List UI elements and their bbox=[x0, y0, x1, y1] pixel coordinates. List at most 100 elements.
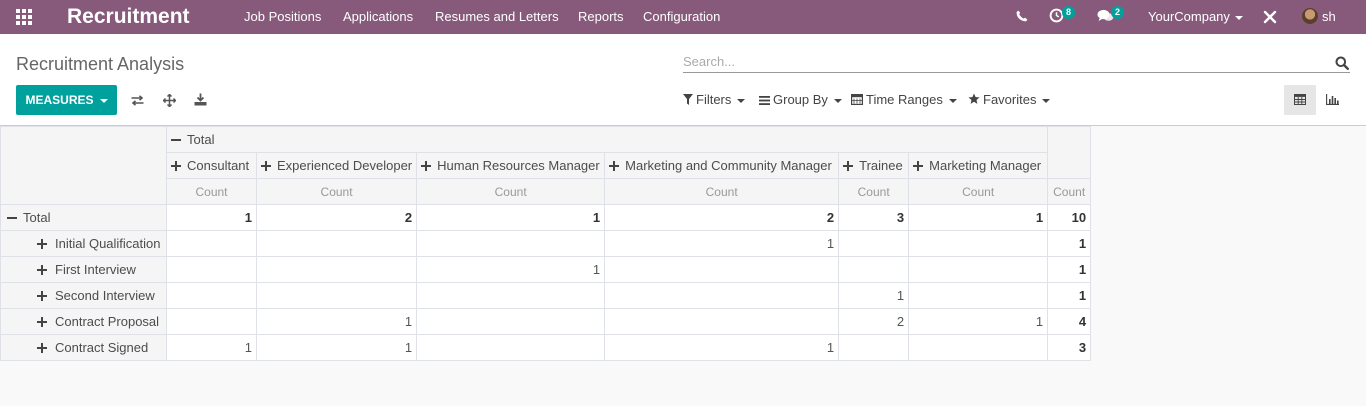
menu-reports[interactable]: Reports bbox=[578, 9, 624, 25]
table-cell[interactable]: 1 bbox=[604, 230, 840, 257]
column-header[interactable]: Experienced Developer bbox=[255, 152, 418, 179]
menu-resumes-and-letters[interactable]: Resumes and Letters bbox=[435, 9, 559, 25]
row-header[interactable]: Contract Proposal bbox=[0, 308, 167, 335]
tools-icon[interactable] bbox=[1263, 10, 1277, 24]
column-header[interactable]: Marketing Manager bbox=[908, 152, 1049, 179]
table-cell[interactable] bbox=[416, 334, 606, 361]
row-total-cell[interactable]: 1 bbox=[1047, 256, 1092, 283]
table-cell[interactable]: 2 bbox=[255, 204, 418, 231]
table-cell[interactable]: 1 bbox=[255, 334, 418, 361]
column-header[interactable]: Human Resources Manager bbox=[416, 152, 606, 179]
table-cell[interactable]: 2 bbox=[838, 308, 910, 335]
table-cell[interactable] bbox=[908, 230, 1049, 257]
time-ranges-label: Time Ranges bbox=[866, 92, 943, 107]
table-cell[interactable] bbox=[604, 256, 840, 283]
table-cell[interactable]: 3 bbox=[838, 204, 910, 231]
row-total-cell[interactable]: 1 bbox=[1047, 230, 1092, 257]
table-cell[interactable]: 1 bbox=[908, 308, 1049, 335]
search-bar bbox=[683, 51, 1350, 73]
search-icon[interactable] bbox=[1335, 56, 1349, 70]
table-cell[interactable]: 1 bbox=[908, 204, 1049, 231]
search-input[interactable] bbox=[683, 51, 1323, 71]
table-cell[interactable] bbox=[255, 230, 418, 257]
table-cell[interactable] bbox=[166, 282, 257, 309]
expand-all-icon[interactable] bbox=[163, 94, 176, 107]
table-cell[interactable] bbox=[255, 256, 418, 283]
row-header-label: Second Interview bbox=[55, 288, 155, 303]
table-cell[interactable]: 1 bbox=[416, 256, 606, 283]
group-by-icon bbox=[759, 96, 770, 105]
collapse-icon bbox=[7, 213, 17, 223]
group-by-dropdown[interactable]: Group By bbox=[759, 92, 842, 108]
menu-configuration[interactable]: Configuration bbox=[643, 9, 720, 25]
flip-axis-icon[interactable] bbox=[131, 95, 144, 106]
phone-icon[interactable] bbox=[1016, 10, 1028, 22]
table-cell[interactable]: 1 bbox=[166, 334, 257, 361]
measure-header[interactable]: Count bbox=[166, 178, 257, 205]
column-header[interactable]: Marketing and Community Manager bbox=[604, 152, 840, 179]
app-title[interactable]: Recruitment bbox=[67, 4, 190, 30]
table-cell[interactable] bbox=[166, 256, 257, 283]
table-cell[interactable]: 1 bbox=[604, 334, 840, 361]
chevron-down-icon bbox=[833, 98, 842, 103]
row-total-cell[interactable]: 1 bbox=[1047, 282, 1092, 309]
column-header[interactable]: Trainee bbox=[838, 152, 910, 179]
table-cell[interactable] bbox=[604, 282, 840, 309]
company-switcher[interactable]: YourCompany bbox=[1148, 9, 1243, 25]
table-cell[interactable] bbox=[838, 334, 910, 361]
measure-header[interactable]: Count bbox=[908, 178, 1049, 205]
menu-applications[interactable]: Applications bbox=[343, 9, 413, 25]
apps-grid-icon[interactable] bbox=[16, 9, 34, 25]
column-header-label: Marketing Manager bbox=[929, 158, 1042, 173]
table-cell[interactable] bbox=[166, 230, 257, 257]
table-cell[interactable]: 2 bbox=[604, 204, 840, 231]
row-header[interactable]: Second Interview bbox=[0, 282, 167, 309]
download-icon[interactable] bbox=[194, 93, 207, 106]
measure-header[interactable]: Count bbox=[1047, 178, 1092, 205]
table-row: First Interview 1 1 bbox=[0, 256, 1092, 283]
table-cell[interactable] bbox=[166, 308, 257, 335]
table-cell[interactable] bbox=[838, 230, 910, 257]
time-ranges-dropdown[interactable]: Time Ranges bbox=[851, 92, 957, 108]
menu-job-positions[interactable]: Job Positions bbox=[244, 9, 321, 25]
row-total-cell[interactable]: 10 bbox=[1047, 204, 1092, 231]
pivot-view-button[interactable] bbox=[1284, 85, 1316, 115]
row-header[interactable]: First Interview bbox=[0, 256, 167, 283]
top-navbar: Recruitment Job Positions Applications R… bbox=[0, 0, 1366, 34]
row-header-total[interactable]: Total bbox=[0, 204, 167, 231]
measure-header[interactable]: Count bbox=[416, 178, 606, 205]
measures-label: MEASURES bbox=[25, 93, 94, 107]
table-cell[interactable] bbox=[838, 256, 910, 283]
table-cell[interactable]: 1 bbox=[838, 282, 910, 309]
row-header[interactable]: Contract Signed bbox=[0, 334, 167, 361]
favorites-dropdown[interactable]: Favorites bbox=[968, 92, 1051, 108]
table-row: Contract Proposal 1 2 1 4 bbox=[0, 308, 1092, 335]
table-cell[interactable] bbox=[604, 308, 840, 335]
measure-header[interactable]: Count bbox=[838, 178, 910, 205]
table-cell[interactable] bbox=[255, 282, 418, 309]
table-cell[interactable] bbox=[416, 308, 606, 335]
user-name[interactable]: sh bbox=[1322, 9, 1336, 25]
table-cell[interactable]: 1 bbox=[416, 204, 606, 231]
expand-icon bbox=[37, 343, 47, 353]
expand-icon bbox=[171, 161, 181, 171]
table-cell[interactable] bbox=[908, 256, 1049, 283]
table-cell[interactable] bbox=[908, 282, 1049, 309]
column-group-total[interactable]: Total bbox=[165, 126, 1049, 153]
measure-header[interactable]: Count bbox=[255, 178, 418, 205]
table-cell[interactable]: 1 bbox=[255, 308, 418, 335]
column-header[interactable]: Consultant bbox=[166, 152, 257, 179]
measure-header[interactable]: Count bbox=[604, 178, 840, 205]
table-cell[interactable] bbox=[416, 230, 606, 257]
row-total-cell[interactable]: 4 bbox=[1047, 308, 1092, 335]
table-cell[interactable] bbox=[908, 334, 1049, 361]
measures-button[interactable]: MEASURES bbox=[16, 85, 117, 115]
avatar[interactable] bbox=[1302, 8, 1318, 24]
filters-dropdown[interactable]: Filters bbox=[683, 92, 746, 108]
table-cell[interactable] bbox=[416, 282, 606, 309]
graph-view-button[interactable] bbox=[1316, 85, 1348, 115]
table-cell[interactable]: 1 bbox=[166, 204, 257, 231]
row-total-cell[interactable]: 3 bbox=[1047, 334, 1092, 361]
filter-icon bbox=[683, 94, 693, 105]
row-header[interactable]: Initial Qualification bbox=[0, 230, 167, 257]
